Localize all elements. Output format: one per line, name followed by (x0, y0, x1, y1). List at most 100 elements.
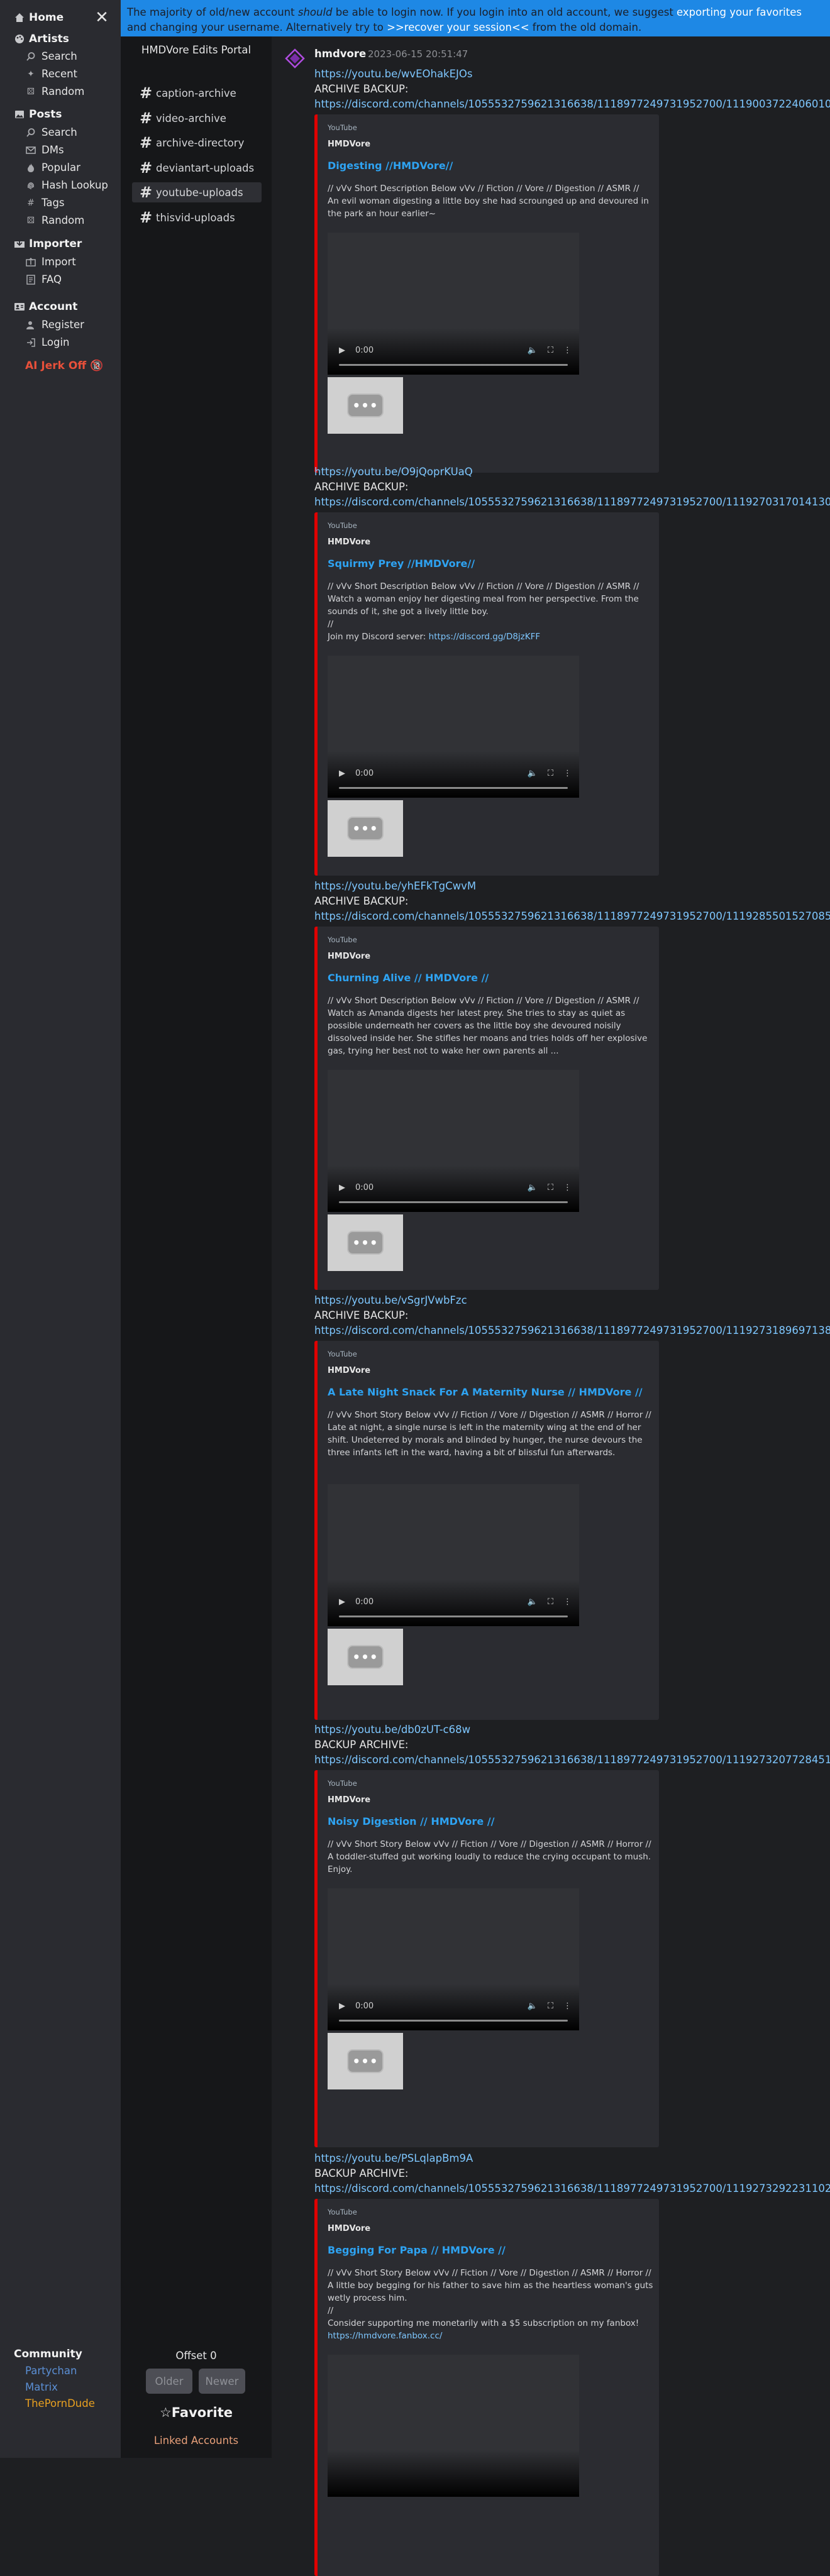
video-player[interactable]: ▶ 0:00 🔈 ⛶ ⋮ (328, 1484, 579, 1626)
backup-link[interactable]: https://discord.com/channels/10555327596… (314, 2182, 830, 2194)
video-thumbnail[interactable]: ••• (328, 800, 403, 857)
community-link-theporndude[interactable]: ThePornDude (25, 2397, 95, 2409)
video-player[interactable]: ▶ 0:00 🔈 ⛶ ⋮ (328, 1070, 579, 1212)
video-player[interactable]: ▶ 0:00 🔈 ⛶ ⋮ (328, 1888, 579, 2030)
embed-title[interactable]: Churning Alive // HMDVore // (328, 972, 489, 984)
youtube-link[interactable]: https://youtu.be/wvEOhakEJOs (314, 68, 473, 80)
more-options-icon[interactable]: ⋮ (563, 1183, 572, 1192)
embed-author[interactable]: HMDVore (328, 2224, 370, 2233)
channel-label: deviantart-uploads (156, 162, 255, 174)
nav-posts-hash-lookup[interactable]: Hash Lookup (25, 179, 108, 191)
more-options-icon[interactable]: ⋮ (563, 346, 572, 355)
embed-title[interactable]: Squirmy Prey //HMDVore// (328, 558, 475, 570)
volume-icon[interactable]: 🔈 (528, 769, 538, 778)
embed-description-text: // vVv Short Story Below vVv // Fiction … (328, 1839, 651, 1874)
message-author[interactable]: hmdvore (314, 48, 366, 60)
youtube-link[interactable]: https://youtu.be/vSgrJVwbFzc (314, 1294, 467, 1306)
favorite-button[interactable]: ☆Favorite (121, 2405, 272, 2420)
embed-description-link[interactable]: https://discord.gg/D8jzKFF (429, 632, 541, 642)
nav-posts-tags[interactable]: # Tags (25, 197, 64, 209)
backup-link[interactable]: https://discord.com/channels/10555327596… (314, 910, 830, 922)
play-icon[interactable]: ▶ (339, 769, 345, 778)
embed-author[interactable]: HMDVore (328, 1795, 370, 1805)
community-link-partychan[interactable]: Partychan (25, 2365, 77, 2377)
fullscreen-icon[interactable]: ⛶ (548, 1183, 553, 1192)
play-icon[interactable]: ▶ (339, 1597, 345, 1607)
play-icon[interactable]: ▶ (339, 1183, 345, 1192)
recover-session-link[interactable]: >>recover your session<< (387, 21, 529, 33)
channel-label: caption-archive (156, 87, 236, 99)
fullscreen-icon[interactable]: ⛶ (548, 2001, 553, 2011)
video-progress-bar[interactable] (339, 2020, 568, 2022)
channel-deviantart-uploads[interactable]: # deviantart-uploads (132, 158, 262, 178)
more-options-icon[interactable]: ⋮ (563, 2001, 572, 2011)
volume-icon[interactable]: 🔈 (528, 1597, 538, 1607)
embed-author[interactable]: HMDVore (328, 952, 370, 961)
embed-title[interactable]: Digesting //HMDVore// (328, 160, 453, 172)
embed-source: YouTube (328, 1779, 357, 1788)
embed-title[interactable]: Noisy Digestion // HMDVore // (328, 1815, 494, 1827)
video-progress-bar[interactable] (339, 1616, 568, 1617)
nav-account-login[interactable]: Login (25, 336, 70, 348)
backup-link[interactable]: https://discord.com/channels/10555327596… (314, 98, 830, 110)
nav-home[interactable]: Home (14, 11, 64, 24)
fullscreen-icon[interactable]: ⛶ (548, 346, 553, 355)
nav-artists-search[interactable]: Search (25, 50, 77, 62)
youtube-link[interactable]: https://youtu.be/O9jQoprKUaQ (314, 466, 473, 478)
channel-thisvid-uploads[interactable]: # thisvid-uploads (132, 207, 262, 228)
volume-icon[interactable]: 🔈 (528, 2001, 538, 2011)
play-icon[interactable]: ▶ (339, 2001, 345, 2011)
embed-title[interactable]: A Late Night Snack For A Maternity Nurse… (328, 1386, 643, 1398)
nav-posts-popular[interactable]: Popular (25, 162, 80, 173)
volume-icon[interactable]: 🔈 (528, 1183, 538, 1192)
play-icon[interactable]: ▶ (339, 346, 345, 355)
channel-video-archive[interactable]: # video-archive (132, 108, 262, 128)
nav-artists-random[interactable]: ⚄ Random (25, 85, 84, 97)
youtube-link[interactable]: https://youtu.be/yhEFkTgCwvM (314, 880, 476, 892)
nav-posts-dms[interactable]: DMs (25, 144, 64, 156)
nav-importer-title: Importer (29, 238, 82, 250)
volume-icon[interactable]: 🔈 (528, 346, 538, 355)
linked-accounts-link[interactable]: Linked Accounts (121, 2435, 272, 2447)
video-player[interactable]: ▶ 0:00 🔈 ⛶ ⋮ (328, 656, 579, 798)
close-sidebar-icon[interactable]: ✕ (93, 9, 111, 26)
video-player[interactable]: ▶ 0:00 🔈 ⛶ ⋮ (328, 233, 579, 375)
embed-description-link[interactable]: https://hmdvore.fanbox.cc/ (328, 2331, 442, 2341)
embed-title[interactable]: Begging For Papa // HMDVore // (328, 2244, 506, 2256)
community-link-matrix[interactable]: Matrix (25, 2381, 58, 2393)
backup-link[interactable]: https://discord.com/channels/10555327596… (314, 1324, 830, 1336)
embed-author[interactable]: HMDVore (328, 1366, 370, 1375)
youtube-link[interactable]: https://youtu.be/db0zUT-c68w (314, 1724, 470, 1736)
nav-importer-faq[interactable]: FAQ (25, 273, 62, 285)
export-favorites-link[interactable]: exporting your favorites (677, 6, 802, 18)
channel-archive-directory[interactable]: # archive-directory (132, 133, 262, 153)
more-options-icon[interactable]: ⋮ (563, 769, 572, 778)
channel-youtube-uploads[interactable]: # youtube-uploads (132, 182, 262, 202)
video-progress-bar[interactable] (339, 787, 568, 789)
video-thumbnail[interactable]: ••• (328, 2033, 403, 2089)
id-card-icon (14, 301, 25, 312)
older-button[interactable]: Older (146, 2369, 192, 2394)
nav-posts-search[interactable]: Search (25, 126, 77, 138)
youtube-link[interactable]: https://youtu.be/PSLqlapBm9A (314, 2152, 473, 2164)
video-thumbnail[interactable]: ••• (328, 377, 403, 434)
backup-link[interactable]: https://discord.com/channels/10555327596… (314, 1754, 830, 1766)
nav-account-register[interactable]: Register (25, 319, 84, 331)
video-thumbnail[interactable]: ••• (328, 1214, 403, 1271)
fullscreen-icon[interactable]: ⛶ (548, 1597, 553, 1607)
nav-importer-import[interactable]: Import (25, 256, 76, 268)
fullscreen-icon[interactable]: ⛶ (548, 769, 553, 778)
embed-author[interactable]: HMDVore (328, 537, 370, 547)
video-player[interactable] (328, 2355, 579, 2497)
ai-jerk-off-link[interactable]: AI Jerk Off 🔞 (25, 360, 103, 372)
channel-caption-archive[interactable]: # caption-archive (132, 83, 262, 103)
video-progress-bar[interactable] (339, 364, 568, 366)
newer-button[interactable]: Newer (199, 2369, 245, 2394)
video-progress-bar[interactable] (339, 1201, 568, 1203)
more-options-icon[interactable]: ⋮ (563, 1597, 572, 1607)
video-thumbnail[interactable]: ••• (328, 1629, 403, 1685)
embed-author[interactable]: HMDVore (328, 140, 370, 149)
nav-posts-random[interactable]: ⚄ Random (25, 214, 84, 226)
nav-artists-recent[interactable]: ✦ Recent (25, 68, 77, 80)
backup-link[interactable]: https://discord.com/channels/10555327596… (314, 496, 830, 508)
